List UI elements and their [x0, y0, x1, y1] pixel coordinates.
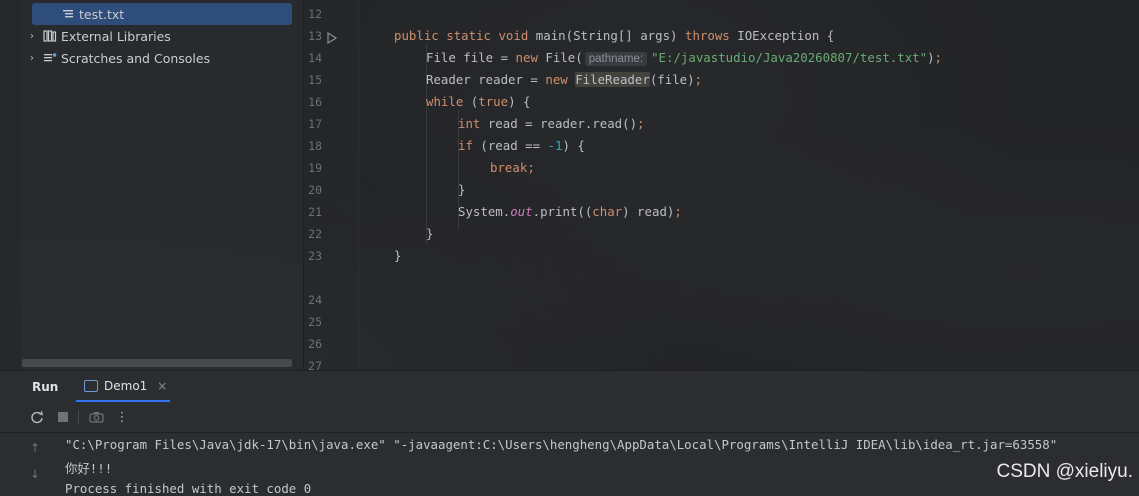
arrow-up-icon[interactable]: ↑ [28, 441, 42, 455]
code-line-13: public static void main(String[] args) t… [394, 28, 835, 43]
line-number: 19 [308, 161, 322, 175]
line-number: 12 [308, 7, 322, 21]
run-main-icon[interactable] [327, 29, 338, 45]
code-line-17: int read = reader.read(); [458, 116, 645, 131]
line-number: 17 [308, 117, 322, 131]
code-line-22: } [426, 226, 434, 241]
code-line-21: System.out.print((char) read); [458, 204, 682, 219]
line-number: 25 [308, 315, 322, 329]
line-number: 20 [308, 183, 322, 197]
line-number: 21 [308, 205, 322, 219]
run-toolbar: ⋮ [0, 402, 1139, 433]
tab-label: Demo1 [104, 378, 148, 393]
line-number: 26 [308, 337, 322, 351]
library-icon [42, 29, 58, 43]
code-line-18: if (read == -1) { [458, 138, 585, 153]
tree-item-external-libraries[interactable]: › External Libraries [26, 25, 171, 47]
line-number: 23 [308, 249, 322, 263]
text-file-icon [60, 7, 76, 21]
chevron-right-icon: › [30, 30, 34, 42]
toolbar-divider [78, 410, 79, 424]
rerun-icon[interactable] [28, 408, 46, 426]
line-number: 14 [308, 51, 322, 65]
stop-icon[interactable] [54, 408, 72, 426]
highlighted-identifier: FileReader [575, 72, 650, 87]
camera-icon[interactable] [87, 408, 105, 426]
code-line-23: } [394, 248, 402, 263]
line-number: 13 [308, 29, 322, 43]
run-tool-window: Run Demo1 × ⋮ ↑ ↓ "C:\Program Files\Java… [0, 370, 1139, 496]
more-options-icon[interactable]: ⋮ [113, 408, 131, 426]
tab-demo1[interactable]: Demo1 × [76, 371, 170, 402]
code-editor[interactable]: public static void main(String[] args) t… [362, 0, 1139, 370]
code-line-20: } [458, 182, 466, 197]
project-tree: test.txt › External Libraries › Scratche… [20, 0, 304, 370]
code-line-19: break; [490, 160, 535, 175]
tree-item-test-txt[interactable]: test.txt [32, 3, 292, 25]
scratches-icon [42, 51, 58, 65]
chevron-right-icon: › [30, 52, 34, 64]
left-tool-stripe [0, 0, 21, 370]
console-line: 你好!!! [65, 461, 113, 476]
parameter-hint: pathname: [584, 52, 648, 66]
run-tab-bar: Run Demo1 × [0, 371, 1139, 402]
run-title: Run [32, 380, 59, 394]
console-output[interactable]: ↑ ↓ "C:\Program Files\Java\jdk-17\bin\ja… [0, 433, 1139, 496]
code-line-16: while (true) { [426, 94, 531, 109]
line-number: 15 [308, 73, 322, 87]
code-line-14: File file = new File(pathname: "E:/javast… [426, 50, 943, 66]
line-number: 24 [308, 293, 322, 307]
close-icon[interactable]: × [157, 379, 167, 393]
tree-item-label: test.txt [79, 6, 125, 22]
horizontal-scrollbar[interactable] [22, 359, 292, 367]
watermark: CSDN @xieliyu. [996, 461, 1133, 482]
line-number: 18 [308, 139, 322, 153]
arrow-down-icon[interactable]: ↓ [28, 467, 42, 481]
console-line: Process finished with exit code 0 [65, 481, 312, 496]
tree-item-scratches[interactable]: › Scratches and Consoles [26, 47, 210, 69]
line-number: 22 [308, 227, 322, 241]
line-number: 16 [308, 95, 322, 109]
code-line-15: Reader reader = new FileReader(file); [426, 72, 703, 87]
console-line: "C:\Program Files\Java\jdk-17\bin\java.e… [65, 437, 1058, 452]
tree-item-label: Scratches and Consoles [61, 50, 211, 66]
console-icon [84, 379, 98, 392]
tree-item-label: External Libraries [61, 28, 171, 44]
editor-gutter: 12 13 14 15 16 17 18 19 20 21 22 23 24 2… [304, 0, 359, 373]
